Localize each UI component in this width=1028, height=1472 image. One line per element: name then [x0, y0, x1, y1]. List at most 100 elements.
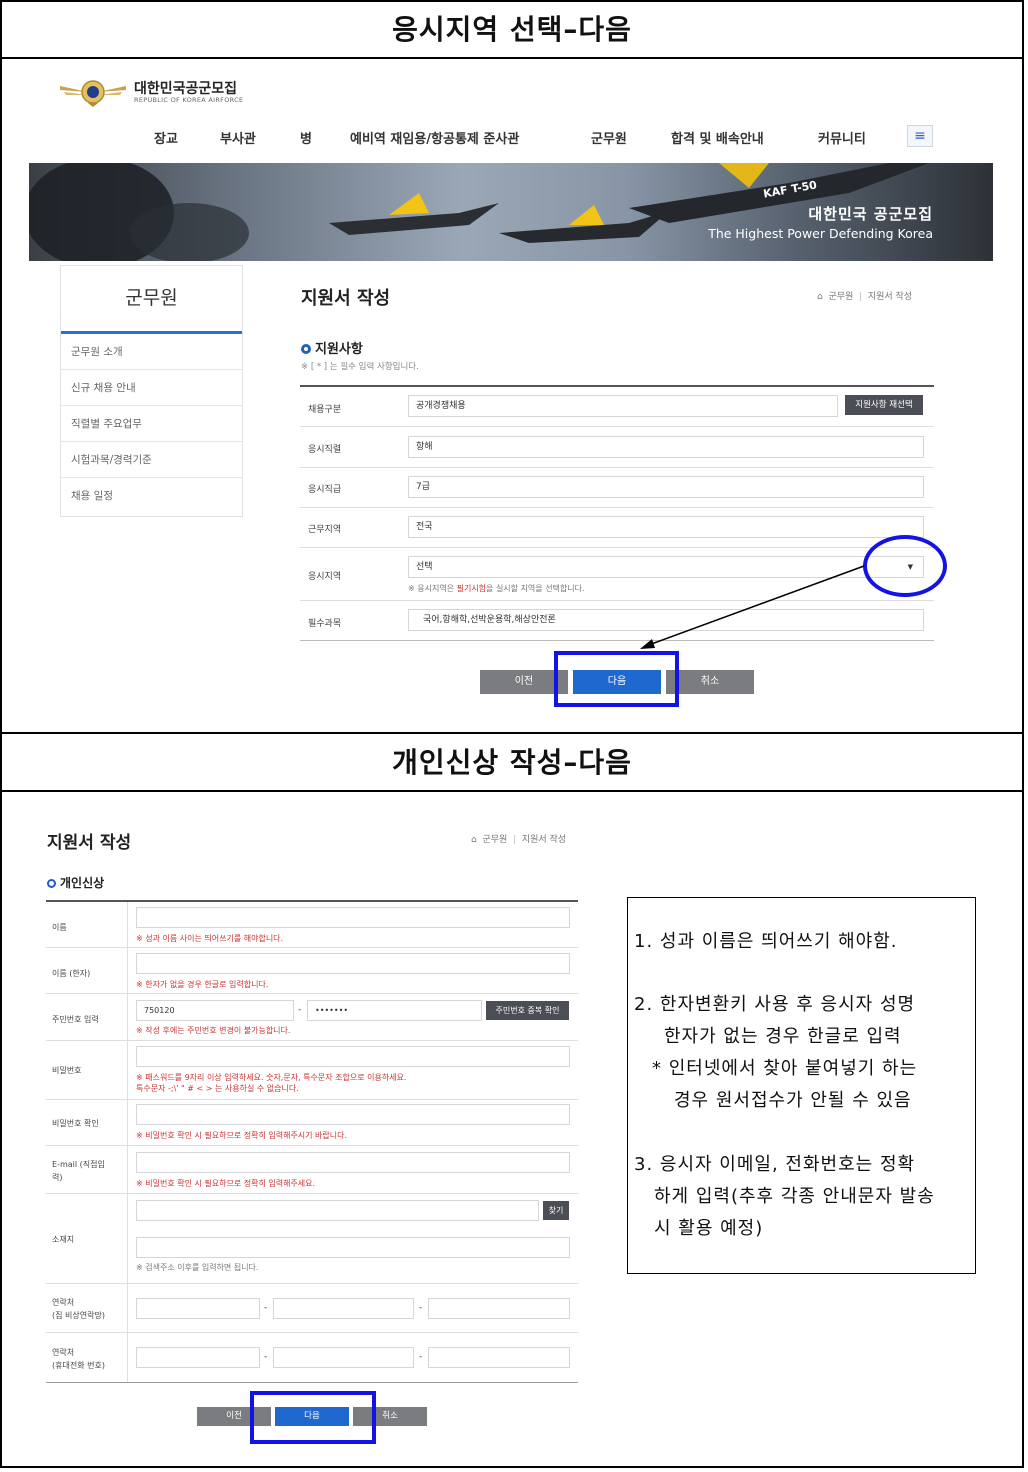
highlight-next-button — [554, 651, 679, 707]
personal-section-text: 개인신상 — [60, 876, 105, 890]
recruit-type-field[interactable]: 공개경쟁채용 — [408, 395, 838, 417]
password-confirm-help: ※ 비밀번호 확인 시 필요하므로 정확히 입력해주시기 바랍니다. — [136, 1131, 348, 1140]
label-name: 이름 — [52, 923, 67, 932]
home-phone-1-input[interactable] — [136, 1298, 260, 1319]
label-email: E-mail (직접입 — [52, 1160, 105, 1169]
cancel-button[interactable]: 취소 — [666, 670, 754, 694]
label-email-2: 력) — [52, 1173, 63, 1182]
logo-subtitle: REPUBLIC OF KOREA AIRFORCE — [134, 96, 244, 104]
instruction-2d: 경우 원서접수가 안될 수 있음 — [674, 1090, 912, 1111]
grade-field[interactable]: 7급 — [408, 476, 924, 498]
instruction-2b: 한자가 없는 경우 한글로 입력 — [664, 1026, 902, 1047]
mobile-phone-1-input[interactable] — [136, 1347, 260, 1368]
sidebar-title: 군무원 — [61, 266, 242, 334]
section-heading: 지원사항 — [301, 338, 363, 357]
label-home-phone: 연락처 — [52, 1298, 75, 1307]
breadcrumb-apply: 지원서 작성 — [521, 835, 567, 845]
address-help: ※ 검색주소 이후를 입력하면 됩니다. — [136, 1263, 259, 1272]
password-input[interactable] — [136, 1046, 570, 1067]
section1-divider — [0, 57, 1024, 59]
label-password-confirm: 비밀번호 확인 — [52, 1119, 99, 1128]
series-field[interactable]: 항해 — [408, 436, 924, 458]
nav-civilian[interactable]: 군무원 — [591, 128, 627, 147]
address-detail-input[interactable] — [136, 1237, 570, 1258]
hero-banner: KAF T-50 대한민국 공군모집 The Highest Power Def… — [29, 163, 993, 261]
email-help: ※ 비밀번호 확인 시 필요하므로 정확히 입력해주세요. — [136, 1179, 316, 1188]
nav-nco[interactable]: 부사관 — [220, 128, 256, 147]
highlight-personal-next-button — [250, 1391, 376, 1444]
password-help-2: 특수문자 -;\' " # < > 는 사용하실 수 없습니다. — [136, 1084, 299, 1093]
breadcrumb-apply: 지원서 작성 — [867, 292, 913, 302]
page-title: 지원서 작성 — [301, 288, 391, 309]
sidebar-item-recruit[interactable]: 신규 채용 안내 — [61, 370, 242, 406]
rrn-dash: - — [298, 1005, 302, 1015]
section2-divider — [0, 790, 1024, 792]
home-icon[interactable]: ⌂ — [471, 835, 477, 845]
personal-page-title: 지원서 작성 — [47, 833, 132, 853]
airforce-emblem-icon — [60, 80, 126, 107]
name-input[interactable] — [136, 907, 570, 928]
required-note: ※ [ * ] 는 필수 입력 사항입니다. — [301, 362, 419, 372]
rrn-back-input[interactable]: ••••••• — [307, 1000, 482, 1021]
exam-region-note: ※ 응시지역은 필기시험을 실시할 지역을 선택합니다. — [408, 584, 585, 593]
banner-title: 대한민국 공군모집 — [808, 205, 933, 223]
nav-officer[interactable]: 장교 — [154, 128, 178, 147]
label-mobile-phone-sub: (휴대전화 번호) — [52, 1361, 105, 1370]
instruction-1: 1. 성과 이름은 띄어쓰기 해야함. — [634, 931, 898, 952]
phone-dash: - — [419, 1352, 423, 1362]
sidebar-item-exam[interactable]: 시험과목/경력기준 — [61, 442, 242, 478]
personal-section-heading: 개인신상 — [47, 874, 104, 891]
section-heading-text: 지원사항 — [315, 342, 363, 357]
label-work-region: 근무지역 — [308, 525, 342, 535]
nav-enlisted[interactable]: 병 — [300, 128, 312, 147]
rrn-front-input[interactable]: 750120 — [136, 1000, 294, 1021]
logo-title[interactable]: 대한민국공군모집 — [134, 78, 237, 98]
form-top-border — [300, 385, 934, 387]
breadcrumb-civilian[interactable]: 군무원 — [828, 292, 853, 302]
personal-breadcrumb: ⌂ 군무원 | 지원서 작성 — [471, 835, 567, 845]
label-grade: 응시직급 — [308, 485, 342, 495]
label-password: 비밀번호 — [52, 1066, 82, 1075]
annotation-arrow — [640, 565, 865, 649]
label-series: 응시직렬 — [308, 445, 342, 455]
address-input[interactable] — [136, 1200, 539, 1221]
label-name-hanja: 이름 (한자) — [52, 969, 91, 978]
hamburger-menu-icon[interactable]: ≡ — [907, 125, 933, 147]
address-search-button[interactable]: 찾기 — [543, 1201, 569, 1220]
bullet-circle-icon — [301, 344, 311, 354]
home-phone-3-input[interactable] — [428, 1298, 570, 1319]
instruction-2c: * 인터넷에서 찾아 붙여넣기 하는 — [652, 1058, 918, 1079]
nav-community[interactable]: 커뮤니티 — [818, 128, 866, 147]
section1-title: 응시지역 선택–다음 — [392, 13, 632, 46]
bullet-circle-icon — [47, 879, 56, 888]
banner-subtitle: The Highest Power Defending Korea — [708, 226, 933, 241]
phone-dash: - — [264, 1352, 268, 1362]
label-mobile-phone: 연락처 — [52, 1348, 75, 1357]
mobile-phone-2-input[interactable] — [273, 1347, 414, 1368]
rrn-check-button[interactable]: 주민번호 중복 확인 — [486, 1001, 569, 1020]
password-help-1: ※ 패스워드를 9자리 이상 입력하세요. 숫자,문자, 특수문자 조합으로 이… — [136, 1073, 407, 1082]
nav-results[interactable]: 합격 및 배속안내 — [671, 128, 764, 147]
phone-dash: - — [264, 1303, 268, 1313]
reselect-button[interactable]: 지원사항 재선택 — [845, 395, 923, 415]
sidebar-item-intro[interactable]: 군무원 소개 — [61, 334, 242, 370]
label-required-subjects: 필수과목 — [308, 619, 342, 629]
work-region-field[interactable]: 전국 — [408, 516, 924, 538]
home-icon[interactable]: ⌂ — [817, 292, 823, 302]
mobile-phone-3-input[interactable] — [428, 1347, 570, 1368]
email-input[interactable] — [136, 1152, 570, 1173]
label-recruit-type: 채용구분 — [308, 405, 342, 415]
home-phone-2-input[interactable] — [273, 1298, 414, 1319]
sidebar-item-schedule[interactable]: 채용 일정 — [61, 478, 242, 514]
instruction-3c: 시 활용 예정) — [654, 1218, 764, 1239]
password-confirm-input[interactable] — [136, 1104, 570, 1125]
instruction-3b: 하게 입력(추후 각종 안내문자 발송 — [654, 1186, 935, 1207]
nav-reserve[interactable]: 예비역 재임용/항공통제 준사관 — [350, 128, 519, 147]
name-hanja-input[interactable] — [136, 953, 570, 974]
label-home-phone-sub: (집 비상연락망) — [52, 1311, 105, 1320]
breadcrumb-civilian[interactable]: 군무원 — [482, 835, 507, 845]
instruction-3a: 3. 응시자 이메일, 전화번호는 정확 — [634, 1154, 916, 1175]
highlight-circle — [863, 535, 947, 597]
breadcrumb: ⌂ 군무원 | 지원서 작성 — [817, 292, 913, 302]
sidebar-item-duties[interactable]: 직렬별 주요업무 — [61, 406, 242, 442]
